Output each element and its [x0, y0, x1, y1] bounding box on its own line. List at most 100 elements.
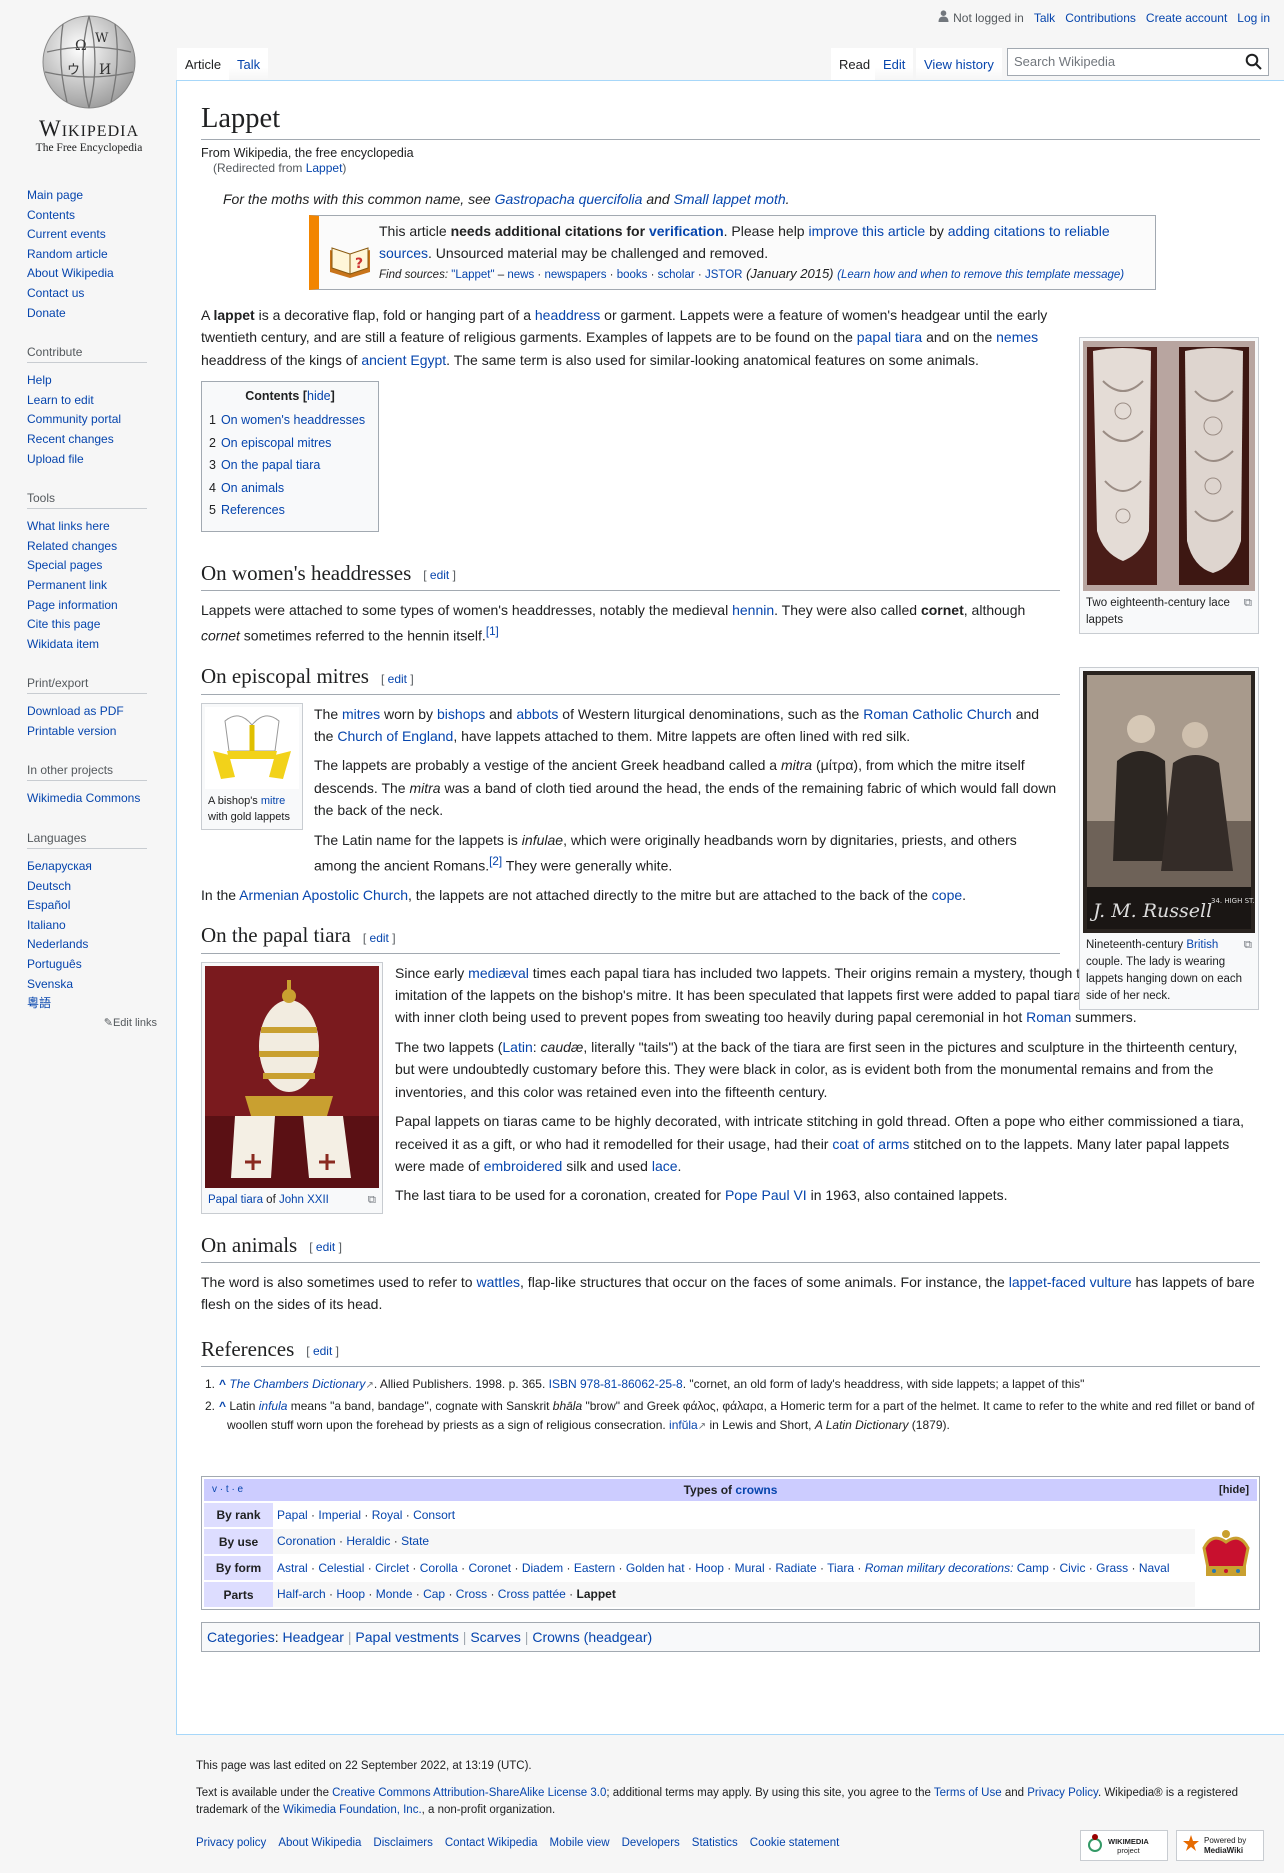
sidebar-item-language-link[interactable]: 粵語	[27, 996, 51, 1010]
navbox-link[interactable]: Grass	[1096, 1561, 1128, 1575]
sidebar-item-main-1[interactable]: Contents	[27, 206, 157, 226]
toc-link[interactable]: On animals	[221, 481, 284, 495]
sidebar-item-tools-link[interactable]: Wikidata item	[27, 637, 99, 651]
sidebar-item-tools-2[interactable]: Special pages	[27, 556, 157, 576]
infula-link[interactable]: infula	[259, 1399, 288, 1413]
couple-photo-image[interactable]: J. M. Russell 34. HIGH ST.	[1083, 671, 1255, 933]
mitres-link[interactable]: mitres	[342, 706, 380, 722]
toc-link[interactable]: On women's headdresses	[221, 413, 365, 427]
edit-section-link[interactable]: edit	[370, 931, 389, 945]
tab-article[interactable]: Article	[177, 48, 230, 80]
nemes-link[interactable]: nemes	[996, 329, 1038, 345]
papal-tiara-link[interactable]: Papal tiara	[208, 1194, 263, 1206]
hennin-link[interactable]: hennin	[732, 602, 774, 618]
toc-hide-button[interactable]: hide	[307, 389, 331, 403]
sidebar-item-tools-6[interactable]: Wikidata item	[27, 635, 157, 655]
sidebar-item-language-0[interactable]: Беларуская	[27, 857, 157, 877]
categories-link[interactable]: Categories	[207, 1629, 275, 1645]
sidebar-item-language-4[interactable]: Nederlands	[27, 935, 157, 955]
navbox-link[interactable]: Naval	[1139, 1561, 1170, 1575]
footer-link[interactable]: Statistics	[692, 1835, 738, 1852]
pope-paul-vi-link[interactable]: Pope Paul VI	[725, 1187, 807, 1203]
roman-catholic-link[interactable]: Roman Catholic Church	[863, 706, 1012, 722]
category-link[interactable]: Papal vestments	[355, 1629, 459, 1645]
wikimedia-project-badge[interactable]: WIKIMEDIA project	[1080, 1830, 1168, 1861]
edit-section-link[interactable]: edit	[313, 1344, 332, 1358]
sidebar-item-tools-link[interactable]: Page information	[27, 598, 118, 612]
sidebar-item-language-2[interactable]: Español	[27, 896, 157, 916]
source-scholar-link[interactable]: scholar	[658, 269, 695, 281]
mitre-image[interactable]	[205, 706, 299, 789]
sidebar-item-language-6[interactable]: Svenska	[27, 975, 157, 995]
sidebar-item-language-link[interactable]: Svenska	[27, 977, 73, 991]
footer-link[interactable]: Cookie statement	[750, 1835, 840, 1852]
wattles-link[interactable]: wattles	[476, 1274, 520, 1290]
ancient-egypt-link[interactable]: ancient Egypt	[361, 352, 446, 368]
navbox-link[interactable]: Mural	[735, 1561, 765, 1575]
navbox-link[interactable]: Celestial	[318, 1561, 364, 1575]
toc-item[interactable]: 5 References	[209, 499, 371, 522]
crowns-link[interactable]: crowns	[735, 1483, 777, 1497]
sidebar-item-main-3[interactable]: Random article	[27, 245, 157, 265]
coat-of-arms-link[interactable]: coat of arms	[832, 1136, 909, 1152]
navbox-link[interactable]: Consort	[413, 1508, 455, 1522]
create-account-link[interactable]: Create account	[1146, 11, 1227, 25]
navbox-link[interactable]: Half-arch	[277, 1587, 326, 1601]
sidebar-item-tools-5[interactable]: Cite this page	[27, 615, 157, 635]
footer-link[interactable]: Mobile view	[550, 1835, 610, 1852]
navbox-link[interactable]: Camp	[1017, 1561, 1049, 1575]
papal-tiara-link[interactable]: papal tiara	[857, 329, 922, 345]
toc-link[interactable]: On episcopal mitres	[221, 436, 331, 450]
enlarge-icon[interactable]: ⧉	[1244, 937, 1252, 954]
abbots-link[interactable]: abbots	[516, 706, 558, 722]
roman-link[interactable]: Roman	[1026, 1009, 1071, 1025]
terms-of-use-link[interactable]: Terms of Use	[934, 1787, 1002, 1799]
navbox-link[interactable]: Corolla	[420, 1561, 458, 1575]
sidebar-item-main-link[interactable]: Contents	[27, 208, 75, 222]
talk-link[interactable]: Talk	[1034, 11, 1055, 25]
sidebar-item-main-link[interactable]: Donate	[27, 306, 66, 320]
church-of-england-link[interactable]: Church of England	[337, 728, 453, 744]
navbox-link[interactable]: Eastern	[574, 1561, 615, 1575]
wikimedia-foundation-link[interactable]: Wikimedia Foundation, Inc.	[283, 1804, 422, 1816]
category-link[interactable]: Crowns (headgear)	[532, 1629, 652, 1645]
sidebar-item-tools-1[interactable]: Related changes	[27, 537, 157, 557]
sidebar-item-language-link[interactable]: Deutsch	[27, 879, 71, 893]
sidebar-item-main-4[interactable]: About Wikipedia	[27, 264, 157, 284]
navbox-link[interactable]: Hoop	[336, 1587, 365, 1601]
toc-item[interactable]: 4 On animals	[209, 477, 371, 500]
improve-article-link[interactable]: improve this article	[808, 223, 925, 239]
source-jstor-link[interactable]: JSTOR	[705, 269, 743, 281]
footer-link[interactable]: Developers	[622, 1835, 680, 1852]
latin-link[interactable]: Latin	[502, 1039, 532, 1055]
navbox-link[interactable]: Cross	[456, 1587, 487, 1601]
sidebar-item-language-link[interactable]: Português	[27, 957, 82, 971]
sidebar-item-language-5[interactable]: Português	[27, 955, 157, 975]
navbox-link[interactable]: Tiara	[827, 1561, 854, 1575]
source-books-link[interactable]: books	[617, 269, 648, 281]
tab-view-history[interactable]: View history	[916, 48, 1002, 80]
sidebar-item-tools-link[interactable]: Permanent link	[27, 578, 107, 592]
sidebar-item-main-link[interactable]: Main page	[27, 188, 83, 202]
medieval-link[interactable]: mediæval	[468, 965, 529, 981]
sidebar-item-tools-link[interactable]: What links here	[27, 519, 110, 533]
lace-link[interactable]: lace	[652, 1158, 678, 1174]
sidebar-item-main-link[interactable]: About Wikipedia	[27, 266, 114, 280]
chambers-dictionary-link[interactable]: The Chambers Dictionary	[229, 1377, 365, 1391]
login-link[interactable]: Log in	[1237, 11, 1270, 25]
search-input[interactable]: Search Wikipedia	[1007, 48, 1269, 76]
navbox-link[interactable]: Circlet	[375, 1561, 409, 1575]
sidebar-item-tools-4[interactable]: Page information	[27, 596, 157, 616]
sidebar-item-contribute-3[interactable]: Recent changes	[27, 430, 157, 450]
sidebar-item-contribute-link[interactable]: Upload file	[27, 452, 84, 466]
sidebar-item-print-0[interactable]: Download as PDF	[27, 702, 157, 722]
vte-links[interactable]: v · t · e	[212, 1479, 243, 1501]
navbox-link[interactable]: Coronation	[277, 1534, 336, 1548]
toc-link[interactable]: References	[221, 503, 285, 517]
sidebar-item-language-7[interactable]: 粵語	[27, 994, 157, 1014]
enlarge-icon[interactable]: ⧉	[368, 1192, 376, 1209]
john-xxii-link[interactable]: John XXII	[279, 1194, 329, 1206]
navbox-link[interactable]: Diadem	[522, 1561, 563, 1575]
sidebar-item-language-1[interactable]: Deutsch	[27, 877, 157, 897]
sidebar-item-print-link[interactable]: Printable version	[27, 724, 116, 738]
